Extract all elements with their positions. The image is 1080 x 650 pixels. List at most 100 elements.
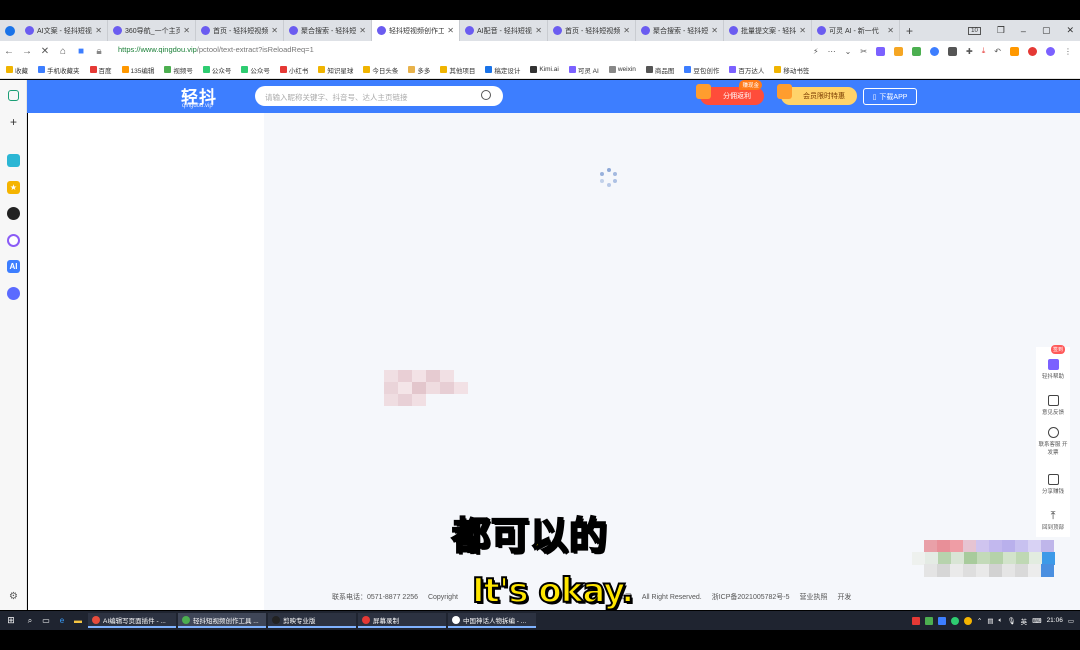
- bookmark-item[interactable]: weixin: [608, 66, 636, 73]
- tab-close-icon[interactable]: ✕: [711, 26, 718, 35]
- edge-icon[interactable]: e: [54, 616, 70, 625]
- back-icon[interactable]: ←: [0, 46, 18, 57]
- keyboard-icon[interactable]: ⌨: [1032, 617, 1041, 625]
- browser-tab[interactable]: 批量提文案 - 轻抖 ✕: [724, 20, 812, 41]
- taskbar-app-button[interactable]: 屏幕录制: [358, 613, 446, 628]
- sidebar-home-icon[interactable]: [8, 90, 19, 101]
- search-input[interactable]: 请输入昵称关键字、抖音号、达人主页链接: [255, 86, 503, 106]
- sidebar-app-icon-1[interactable]: [7, 154, 20, 167]
- sidebar-settings-icon[interactable]: ⚙: [7, 590, 20, 603]
- taskbar-search-icon[interactable]: ⌕: [22, 616, 38, 626]
- bookmark-item[interactable]: 百万达人: [729, 65, 764, 75]
- sidebar-add-icon[interactable]: +: [7, 115, 20, 129]
- download-app-button[interactable]: ▯ 下载APP: [863, 88, 917, 105]
- file-explorer-icon[interactable]: ▬: [70, 616, 86, 625]
- share-earn-button[interactable]: 分享赚钱: [1036, 474, 1070, 495]
- minimize-icon[interactable]: –: [1021, 26, 1026, 36]
- tab-close-icon[interactable]: ✕: [447, 26, 454, 35]
- url-field[interactable]: https://www.qingdou.vip/pctool/text-extr…: [118, 45, 314, 54]
- browser-tab[interactable]: AI配音 - 轻抖短视 ✕: [460, 20, 548, 41]
- new-tab-button[interactable]: +: [900, 24, 919, 38]
- browser-tab[interactable]: 360导航_一个主页 ✕: [108, 20, 196, 41]
- bookmark-item[interactable]: 百度: [89, 65, 112, 75]
- bookmark-item[interactable]: 今日头条: [363, 65, 398, 75]
- footer-license-link[interactable]: 营业执照: [799, 594, 827, 601]
- tab-close-icon[interactable]: ✕: [623, 26, 630, 35]
- extension-icon-1[interactable]: [876, 46, 886, 56]
- feedback-button[interactable]: 意见反馈: [1036, 395, 1070, 416]
- browser-tab[interactable]: 聚合搜索 - 轻抖短 ✕: [636, 20, 724, 41]
- browser-tab[interactable]: 聚合搜索 - 轻抖短 ✕: [284, 20, 372, 41]
- tray-icon-1[interactable]: [911, 616, 920, 625]
- bookmark-item[interactable]: 收藏: [6, 65, 28, 75]
- clock[interactable]: 21:06: [1047, 617, 1063, 624]
- taskbar-app-button[interactable]: 轻抖短视频创作工具 ...: [178, 613, 266, 628]
- tab-close-icon[interactable]: ✕: [887, 26, 894, 35]
- restore-icon[interactable]: ❐: [997, 25, 1005, 36]
- tab-close-icon[interactable]: ✕: [95, 26, 102, 35]
- extension-icon-2[interactable]: [894, 46, 904, 56]
- chevron-up-icon[interactable]: ⌃: [977, 617, 982, 625]
- profile-icon[interactable]: [1046, 46, 1055, 56]
- tab-close-icon[interactable]: ✕: [271, 26, 278, 35]
- search-icon[interactable]: [481, 90, 491, 100]
- bookmark-item[interactable]: 可灵 AI: [568, 65, 599, 75]
- wechat-icon[interactable]: [950, 616, 959, 625]
- microphone-icon[interactable]: 🎙︎: [1007, 617, 1015, 625]
- more-icon[interactable]: ⋯: [828, 47, 836, 56]
- browser-tab[interactable]: 可灵 AI - 新一代 ✕: [812, 20, 900, 41]
- bookmark-item[interactable]: 移动书签: [774, 65, 809, 75]
- tray-icon-4[interactable]: [963, 616, 972, 625]
- bookmark-item[interactable]: 豆包创作: [684, 65, 719, 75]
- windows-start-icon[interactable]: ⊞: [0, 615, 22, 626]
- lightning-icon[interactable]: ⚡: [813, 47, 819, 56]
- tray-icon-3[interactable]: [937, 616, 946, 625]
- download-icon[interactable]: ⤓: [982, 46, 986, 56]
- bookmark-item[interactable]: 商品图: [645, 65, 674, 75]
- dropdown-icon[interactable]: ⌄: [845, 47, 852, 56]
- sidebar-star-icon[interactable]: ★: [7, 181, 20, 194]
- bookmark-item[interactable]: 小红书: [279, 65, 308, 75]
- extension-icon-3[interactable]: [912, 46, 922, 56]
- taskbar-app-button[interactable]: 中国神话人物拆编 - ...: [448, 613, 536, 628]
- puzzle-icon[interactable]: ✚: [966, 47, 973, 56]
- network-icon[interactable]: ▤: [987, 617, 993, 625]
- footer-open-link[interactable]: 开发: [837, 594, 851, 601]
- bookmark-item[interactable]: 手机收藏夹: [38, 65, 80, 75]
- volume-icon[interactable]: 🔈︎: [999, 617, 1003, 625]
- menu-icon[interactable]: ⋮: [1064, 47, 1072, 56]
- bookmark-item[interactable]: 公众号: [202, 65, 231, 75]
- browser-tab[interactable]: 首页 - 轻抖短视频 ✕: [196, 20, 284, 41]
- sidebar-app-icon-2[interactable]: [7, 207, 20, 220]
- bookmark-item[interactable]: 公众号: [241, 65, 270, 75]
- browser-tab[interactable]: AI文案 - 轻抖短视 ✕: [20, 20, 108, 41]
- browser-menu-icon[interactable]: [0, 20, 20, 41]
- bookmark-item[interactable]: 稿定设计: [485, 65, 520, 75]
- sidebar-ai-icon[interactable]: AI: [7, 260, 20, 273]
- checkin-badge[interactable]: 签到: [1051, 345, 1066, 354]
- extension-icon-6[interactable]: [1010, 46, 1019, 56]
- forward-icon[interactable]: →: [18, 46, 36, 57]
- taskbar-app-button[interactable]: AI编辑写页面插件 - ...: [88, 613, 176, 628]
- bookmark-item[interactable]: 其他项目: [440, 65, 475, 75]
- tab-count[interactable]: 10: [968, 26, 981, 35]
- bookmark-item[interactable]: 视频号: [164, 65, 193, 75]
- bookmark-item[interactable]: 多多: [408, 65, 430, 75]
- browser-tab[interactable]: 首页 - 轻抖短视频 ✕: [548, 20, 636, 41]
- tab-close-icon[interactable]: ✕: [359, 26, 366, 35]
- tab-close-icon[interactable]: ✕: [535, 26, 542, 35]
- ime-indicator[interactable]: 英: [1021, 616, 1028, 626]
- bookmark-item[interactable]: 135编辑: [121, 65, 154, 75]
- sidebar-app-icon-4[interactable]: [7, 287, 20, 300]
- tab-close-icon[interactable]: ✕: [183, 26, 190, 35]
- close-window-icon[interactable]: ✕: [1066, 25, 1074, 36]
- member-offer-button[interactable]: 会员限时特惠: [777, 84, 857, 105]
- sidebar-app-icon-3[interactable]: [7, 234, 20, 247]
- browser-tab[interactable]: 轻抖短视频创作工 ✕: [372, 20, 460, 41]
- tray-icon-2[interactable]: [924, 616, 933, 625]
- home-icon[interactable]: ⌂: [54, 46, 72, 57]
- stop-icon[interactable]: ✕: [36, 46, 54, 57]
- tab-close-icon[interactable]: ✕: [799, 26, 806, 35]
- extension-icon-5[interactable]: [948, 46, 958, 56]
- undo-icon[interactable]: ↶: [994, 47, 1001, 56]
